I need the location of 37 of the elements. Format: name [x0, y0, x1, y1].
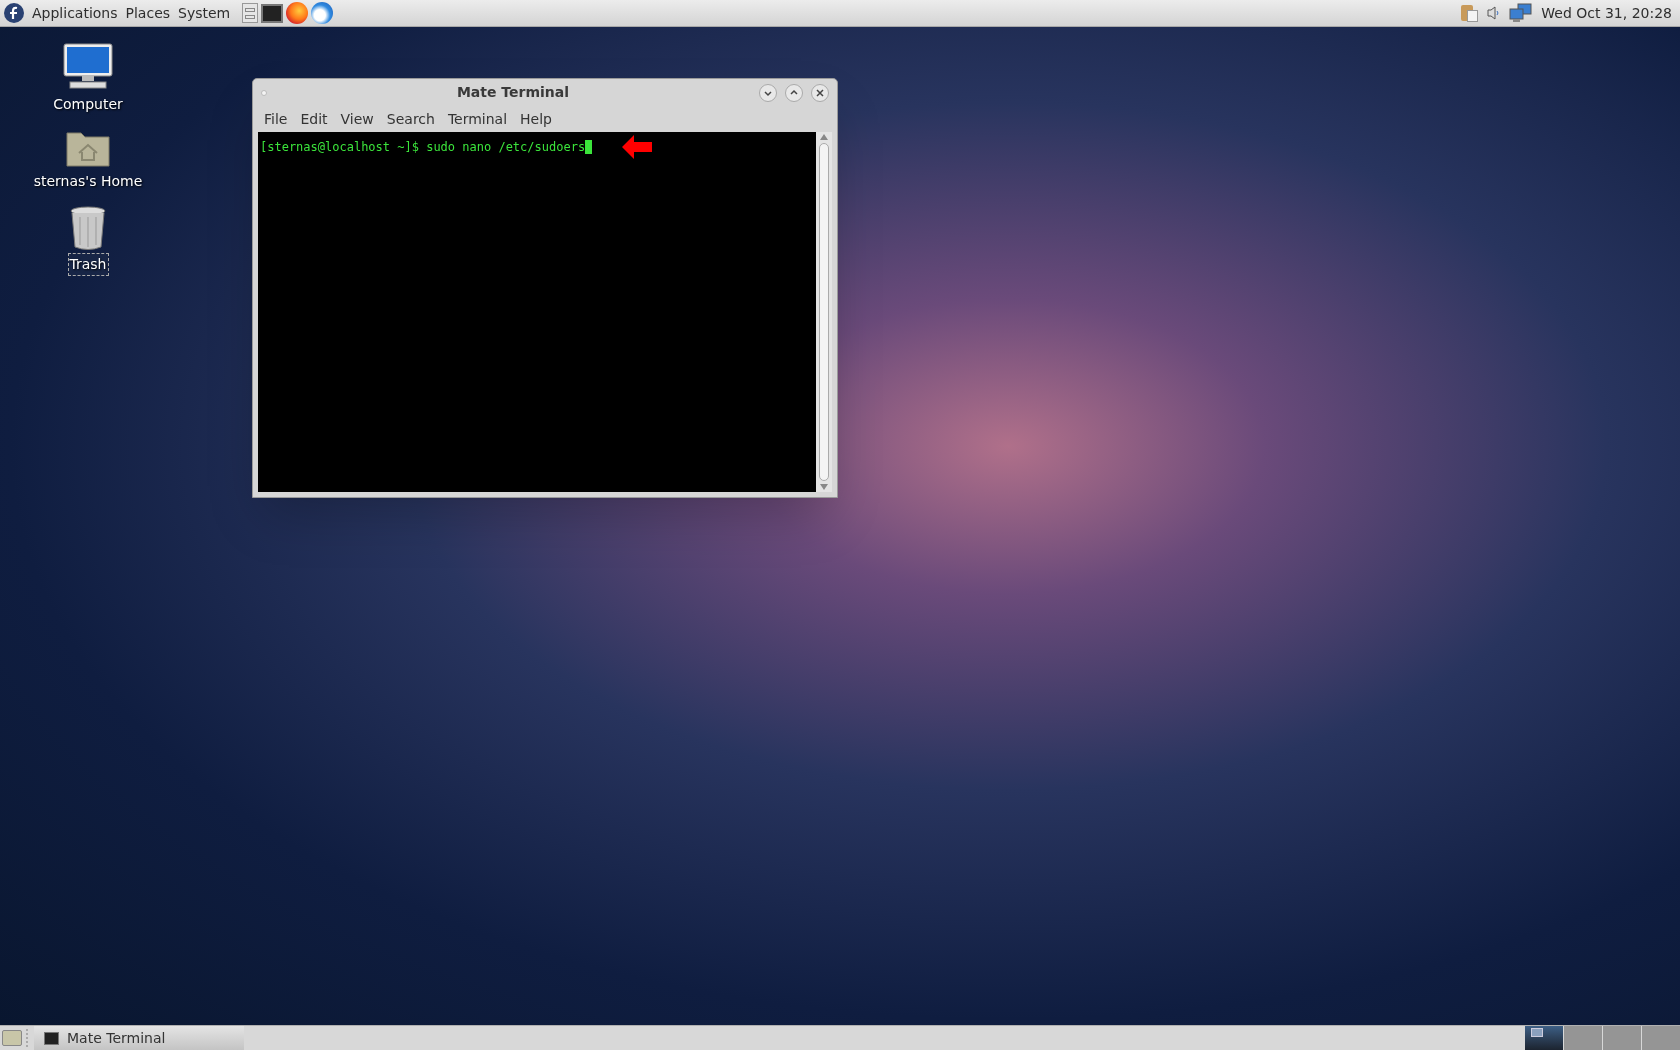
panel-menu[interactable]: Applications: [28, 0, 122, 26]
terminal-icon: [44, 1031, 59, 1045]
clipboard-icon[interactable]: [1461, 3, 1480, 23]
menu-item[interactable]: Search: [380, 108, 441, 130]
clock[interactable]: Wed Oct 31, 20:28: [1541, 2, 1672, 24]
scroll-up-icon[interactable]: [820, 134, 828, 140]
panel-menu[interactable]: Places: [121, 0, 175, 26]
scrollbar-thumb[interactable]: [819, 143, 829, 481]
trash-can-icon: [70, 206, 106, 250]
desktop-icon-label[interactable]: sternas's Home: [31, 170, 145, 193]
menu-item[interactable]: View: [334, 108, 380, 130]
menu-item[interactable]: Edit: [294, 108, 334, 130]
maximize-button[interactable]: [785, 83, 803, 102]
menu-item[interactable]: Help: [514, 108, 558, 130]
fedora-logo-icon[interactable]: [4, 3, 24, 23]
terminal-icon[interactable]: [261, 3, 284, 23]
monitor-icon: [63, 43, 113, 89]
taskbar-button[interactable]: Mate Terminal: [34, 1026, 244, 1050]
terminal-command: sudo nano /etc/sudoers: [426, 139, 586, 156]
terminal-prompt: [sternas@localhost ~]$: [260, 139, 420, 156]
scroll-down-icon[interactable]: [820, 484, 828, 490]
speaker-icon[interactable]: [1487, 5, 1502, 21]
close-button[interactable]: [811, 83, 829, 102]
panel-menu[interactable]: System: [174, 0, 235, 26]
window-title: Mate Terminal: [455, 83, 571, 102]
network-computers-icon[interactable]: [1509, 3, 1534, 23]
menu-item[interactable]: File: [258, 108, 294, 130]
desktop-icon-label[interactable]: Computer: [51, 93, 125, 116]
show-desktop-icon[interactable]: [2, 1030, 22, 1046]
minimize-button[interactable]: [759, 83, 777, 102]
desktop-icon-label[interactable]: Trash: [67, 253, 109, 276]
close-icon: [814, 86, 826, 99]
workspace-button[interactable]: [1525, 1026, 1563, 1050]
home-folder-icon: [66, 132, 110, 167]
pointing-arrow-icon: [622, 134, 653, 160]
menu-item[interactable]: Terminal: [441, 108, 514, 130]
scrollbar[interactable]: [816, 132, 832, 492]
